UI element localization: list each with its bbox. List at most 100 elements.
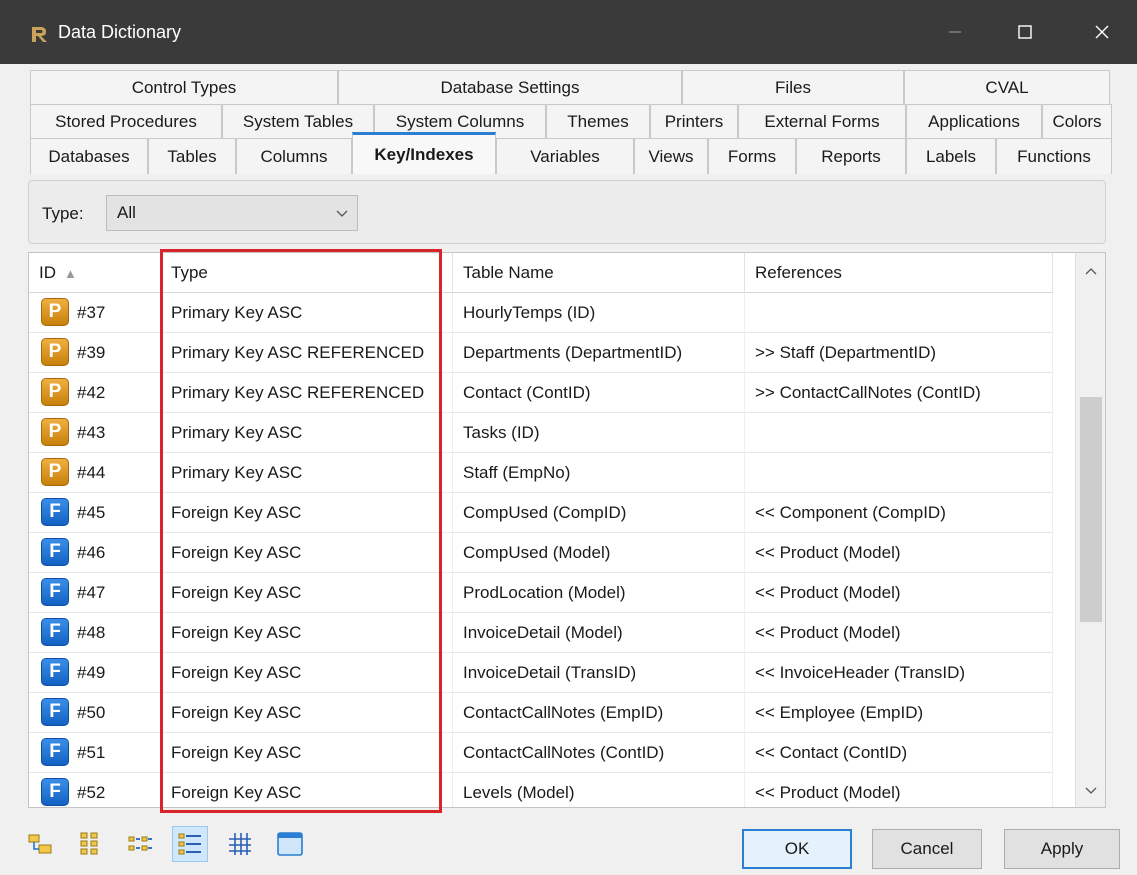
cell-table-name: InvoiceDetail (TransID) [453,653,745,693]
table-row[interactable]: F #47 Foreign Key ASC ProdLocation (Model) <… [29,573,1053,613]
cell-type: Foreign Key ASC [161,533,453,573]
primary-key-icon: P [41,378,69,406]
table-row[interactable]: F #51 Foreign Key ASC ContactCallNotes (Con… [29,733,1053,773]
tab-colors[interactable]: Colors [1042,104,1112,138]
tab-databases[interactable]: Databases [30,138,148,174]
tab-reports[interactable]: Reports [796,138,906,174]
row-id: #51 [77,743,106,762]
table-row[interactable]: F #48 Foreign Key ASC InvoiceDetail (Model)… [29,613,1053,653]
cell-type: Foreign Key ASC [161,653,453,693]
sort-ascending-icon: ▲ [64,265,77,281]
window-button[interactable] [272,826,308,862]
ok-button[interactable]: OK [742,829,852,869]
table-row[interactable]: P #37 Primary Key ASC HourlyTemps (ID) [29,293,1053,333]
scroll-down-icon[interactable] [1084,783,1098,797]
chevron-down-icon [336,210,348,217]
cell-table-name: Contact (ContID) [453,373,745,413]
cell-references: << Contact (ContID) [745,733,1053,773]
column-header-table-name[interactable]: Table Name [453,253,745,293]
cell-id: F #48 [29,613,161,653]
foreign-key-icon: F [41,778,69,806]
foreign-key-icon: F [41,698,69,726]
row-id: #47 [77,583,106,602]
large-icons-button[interactable] [72,826,108,862]
cell-id: F #50 [29,693,161,733]
cell-references: >> ContactCallNotes (ContID) [745,373,1053,413]
close-button[interactable] [1072,10,1132,54]
tab-themes[interactable]: Themes [546,104,650,138]
cell-references: << InvoiceHeader (TransID) [745,653,1053,693]
tab-views[interactable]: Views [634,138,708,174]
cell-table-name: CompUsed (CompID) [453,493,745,533]
table-row[interactable]: F #52 Foreign Key ASC Levels (Model) << Prod… [29,773,1053,807]
apply-button[interactable]: Apply [1004,829,1120,869]
key-index-table[interactable]: ID ▲ Type Table Name References P #37 Prim… [28,252,1106,808]
tab-control-types[interactable]: Control Types [30,70,338,104]
table-row[interactable]: P #43 Primary Key ASC Tasks (ID) [29,413,1053,453]
small-icons-icon [128,836,152,851]
cell-table-name: Departments (DepartmentID) [453,333,745,373]
cell-references [745,453,1053,493]
large-icons-icon [80,832,98,855]
column-header-id[interactable]: ID ▲ [29,253,161,293]
cell-id: F #49 [29,653,161,693]
close-icon [1095,25,1109,39]
title-bar: Data Dictionary [0,0,1137,64]
tab-printers[interactable]: Printers [650,104,738,138]
type-filter-value: All [117,203,136,222]
cell-id: P #42 [29,373,161,413]
row-id: #37 [77,303,106,322]
tab-applications[interactable]: Applications [906,104,1042,138]
row-id: #50 [77,703,106,722]
tab-columns[interactable]: Columns [236,138,352,174]
small-icons-button[interactable] [122,826,158,862]
tab-tables[interactable]: Tables [148,138,236,174]
tab-database-settings[interactable]: Database Settings [338,70,682,104]
column-header-type[interactable]: Type [161,253,453,293]
tree-view-icon [28,834,52,854]
list-view-icon [178,833,201,855]
tree-view-button[interactable] [22,826,58,862]
cell-type: Primary Key ASC [161,413,453,453]
row-id: #52 [77,783,106,802]
tab-external-forms[interactable]: External Forms [738,104,906,138]
tab-functions[interactable]: Functions [996,138,1112,174]
table-row[interactable]: P #39 Primary Key ASC REFERENCED Department… [29,333,1053,373]
maximize-button[interactable] [995,10,1055,54]
table-row[interactable]: F #45 Foreign Key ASC CompUsed (CompID) << C… [29,493,1053,533]
grid-view-button[interactable] [222,826,258,862]
tab-files[interactable]: Files [682,70,904,104]
table-row[interactable]: P #44 Primary Key ASC Staff (EmpNo) [29,453,1053,493]
tab-cval[interactable]: CVAL [904,70,1110,104]
foreign-key-icon: F [41,658,69,686]
cell-references: << Product (Model) [745,613,1053,653]
type-filter-select[interactable]: All [106,195,358,231]
table-row[interactable]: F #49 Foreign Key ASC InvoiceDetail (TransI… [29,653,1053,693]
column-header-references[interactable]: References [745,253,1053,293]
cell-type: Primary Key ASC REFERENCED [161,333,453,373]
tab-key-indexes[interactable]: Key/Indexes [352,132,496,174]
list-view-button[interactable] [172,826,208,862]
cancel-button[interactable]: Cancel [872,829,982,869]
vertical-scrollbar[interactable] [1075,253,1105,807]
foreign-key-icon: F [41,538,69,566]
cell-id: F #45 [29,493,161,533]
scroll-up-icon[interactable] [1084,265,1098,279]
cell-references: << Component (CompID) [745,493,1053,533]
table-row[interactable]: P #42 Primary Key ASC REFERENCED Contact (C… [29,373,1053,413]
app-icon [30,24,50,44]
minimize-button[interactable] [925,10,985,54]
cell-type: Foreign Key ASC [161,773,453,807]
tab-forms[interactable]: Forms [708,138,796,174]
table-header: ID ▲ Type Table Name References [29,253,1053,293]
tab-stored-procedures[interactable]: Stored Procedures [30,104,222,138]
table-row[interactable]: F #50 Foreign Key ASC ContactCallNotes (Emp… [29,693,1053,733]
cell-table-name: ProdLocation (Model) [453,573,745,613]
table-row[interactable]: F #46 Foreign Key ASC CompUsed (Model) << Pr… [29,533,1053,573]
maximize-icon [1018,25,1032,39]
tab-labels[interactable]: Labels [906,138,996,174]
cell-table-name: ContactCallNotes (EmpID) [453,693,745,733]
tab-variables[interactable]: Variables [496,138,634,174]
scrollbar-thumb[interactable] [1080,397,1102,622]
cell-type: Foreign Key ASC [161,613,453,653]
